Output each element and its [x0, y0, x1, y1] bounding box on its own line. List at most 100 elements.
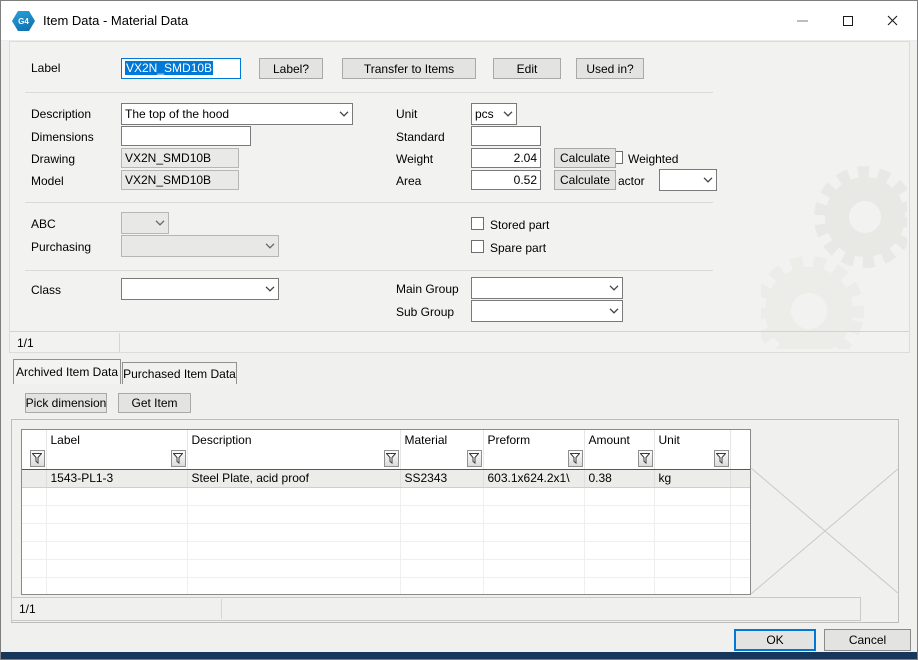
item-data-dialog: G4 Item Data - Material Data Label VX2N_… — [0, 0, 918, 660]
model-input: VX2N_SMD10B — [121, 170, 239, 190]
grid-filter-cell[interactable] — [654, 449, 730, 469]
cancel-button[interactable]: Cancel — [824, 629, 911, 651]
chevron-down-icon — [606, 278, 622, 298]
standard-input[interactable] — [471, 126, 541, 146]
chevron-down-icon — [152, 213, 168, 233]
grid-filter-cell[interactable] — [483, 449, 584, 469]
grid-empty-row — [22, 487, 750, 505]
get-item-button[interactable]: Get Item — [118, 393, 191, 413]
funnel-icon — [469, 453, 479, 464]
filter-button[interactable] — [30, 450, 45, 467]
tab-purchased-item-data[interactable]: Purchased Item Data — [122, 362, 237, 384]
grid-header-row: Label Description Material Preform Amoun… — [22, 430, 750, 449]
grid-header-cell[interactable]: Amount — [584, 430, 654, 449]
grid-filter-cell[interactable] — [187, 449, 400, 469]
close-button[interactable] — [870, 1, 915, 40]
minimize-icon — [797, 20, 808, 22]
grid-filter-row — [22, 449, 750, 469]
unit-label: Unit — [396, 104, 417, 124]
class-combobox[interactable] — [121, 278, 279, 300]
calculate-weight-button[interactable]: Calculate — [554, 148, 616, 168]
main-group-label: Main Group — [396, 279, 459, 299]
label-field-label: Label — [31, 58, 60, 78]
used-in-button[interactable]: Used in? — [576, 58, 644, 79]
filter-button[interactable] — [467, 450, 482, 467]
selected-text: VX2N_SMD10B — [125, 61, 213, 75]
standard-label: Standard — [396, 127, 445, 147]
sub-group-label: Sub Group — [396, 302, 454, 322]
grid-filter-cell[interactable] — [400, 449, 483, 469]
grid-header-cell[interactable]: Description — [187, 430, 400, 449]
grid-header-cell[interactable]: Unit — [654, 430, 730, 449]
main-group-combobox[interactable] — [471, 277, 623, 299]
funnel-icon — [640, 453, 650, 464]
grid-header-cell[interactable]: Label — [46, 430, 187, 449]
transfer-to-items-button[interactable]: Transfer to Items — [342, 58, 476, 79]
stored-part-checkbox[interactable] — [471, 217, 484, 230]
grid-header-cell[interactable]: Material — [400, 430, 483, 449]
material-grid: Label Description Material Preform Amoun… — [21, 429, 751, 595]
purchasing-combobox[interactable] — [121, 235, 279, 257]
grid-header-filler — [730, 430, 750, 449]
weight-input[interactable]: 2.04 — [471, 148, 541, 168]
grid-filter-filler — [730, 449, 750, 469]
chevron-down-icon — [700, 170, 716, 190]
filter-button[interactable] — [714, 450, 729, 467]
grid-filter-cell[interactable] — [584, 449, 654, 469]
maximize-button[interactable] — [825, 1, 870, 40]
grid-cell-preform[interactable]: 603.1x624.2x1\ — [483, 469, 584, 487]
filter-button[interactable] — [384, 450, 399, 467]
form-pager: 1/1 — [17, 334, 34, 352]
area-input[interactable]: 0.52 — [471, 170, 541, 190]
weighted-label: Weighted — [628, 149, 678, 169]
filter-button[interactable] — [638, 450, 653, 467]
filter-button[interactable] — [171, 450, 186, 467]
grid-cell-material[interactable]: SS2343 — [400, 469, 483, 487]
maximize-icon — [843, 16, 853, 26]
grid-row-selected[interactable]: 1543-PL1-3 Steel Plate, acid proof SS234… — [22, 469, 750, 487]
material-data-panel — [9, 41, 910, 353]
filter-button[interactable] — [568, 450, 583, 467]
description-value: The top of the hood — [125, 104, 229, 124]
grid-pager: 1/1 — [19, 600, 36, 618]
minimize-button[interactable] — [780, 1, 825, 40]
label-question-button[interactable]: Label? — [259, 58, 323, 79]
class-label: Class — [31, 280, 61, 300]
dimensions-input[interactable] — [121, 126, 251, 146]
model-label: Model — [31, 171, 64, 191]
drawing-label: Drawing — [31, 149, 75, 169]
funnel-icon — [716, 453, 726, 464]
unit-combobox[interactable]: pcs — [471, 103, 517, 125]
abc-label: ABC — [31, 214, 56, 234]
grid-cell-label[interactable]: 1543-PL1-3 — [46, 469, 187, 487]
description-label: Description — [31, 104, 91, 124]
abc-combobox[interactable] — [121, 212, 169, 234]
app-icon-text: G4 — [18, 17, 29, 26]
description-combobox[interactable]: The top of the hood — [121, 103, 353, 125]
spare-part-label: Spare part — [490, 238, 546, 258]
window-title: Item Data - Material Data — [43, 13, 188, 28]
footer-accent-strip — [1, 652, 917, 659]
unit-value: pcs — [475, 104, 494, 124]
close-icon — [887, 15, 898, 26]
ok-button[interactable]: OK — [734, 629, 816, 651]
grid-cell-amount[interactable]: 0.38 — [584, 469, 654, 487]
row-selector-cell[interactable] — [22, 469, 46, 487]
spare-part-checkbox[interactable] — [471, 240, 484, 253]
empty-image-cross — [751, 468, 899, 594]
pick-dimension-button[interactable]: Pick dimension — [25, 393, 107, 413]
funnel-icon — [386, 453, 396, 464]
grid-cell-unit[interactable]: kg — [654, 469, 730, 487]
edit-button[interactable]: Edit — [493, 58, 561, 79]
grid-filter-cell[interactable] — [22, 449, 46, 469]
factor-combobox[interactable] — [659, 169, 717, 191]
grid-filter-cell[interactable] — [46, 449, 187, 469]
tab-archived-item-data[interactable]: Archived Item Data — [13, 359, 121, 384]
calculate-area-button[interactable]: Calculate — [554, 170, 616, 190]
grid-empty-row — [22, 523, 750, 541]
sub-group-combobox[interactable] — [471, 300, 623, 322]
chevron-down-icon — [500, 104, 516, 124]
grid-header-cell[interactable]: Preform — [483, 430, 584, 449]
grid-cell-description[interactable]: Steel Plate, acid proof — [187, 469, 400, 487]
label-input[interactable]: VX2N_SMD10B — [121, 58, 241, 79]
